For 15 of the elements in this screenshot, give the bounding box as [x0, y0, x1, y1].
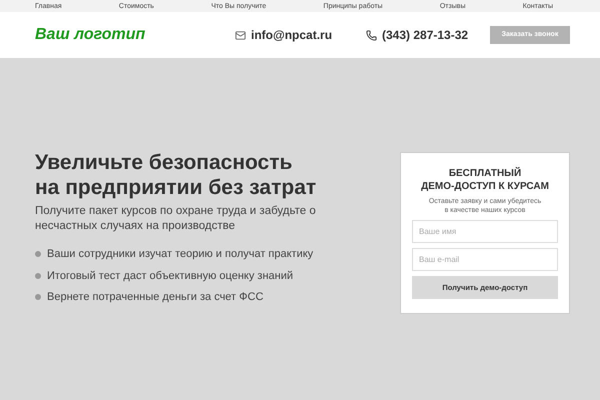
bullet-text: Ваши сотрудники изучат теорию и получат практику — [47, 247, 314, 262]
bullet-text: Вернете потраченные деньги за счет ФСС — [47, 290, 264, 305]
hero-title: на предприятии без затрат — [35, 175, 318, 200]
mail-icon — [235, 30, 246, 40]
phone-text: (343) 287-13-32 — [382, 27, 468, 44]
logo[interactable]: Ваш логотип — [35, 23, 235, 47]
phone-icon — [366, 30, 377, 40]
hero-title: Увеличьте безопасность — [35, 150, 294, 175]
input-field[interactable]: Ваш e-mail — [412, 248, 558, 271]
form-title: ДЕМО-ДОСТУП К КУРСАМ — [421, 180, 549, 193]
hero-subtitle: Получите пакет курсов по охране труда и забудьте о несчастных случаях на производстве — [35, 204, 317, 234]
form-title: БЕСПЛАТНЫЙ — [448, 167, 522, 180]
input-field[interactable]: Ваше имя — [412, 220, 558, 243]
bullet-text: Итоговый тест даст объективную оценку знаний — [47, 268, 294, 284]
email-text: info@npcat.ru — [251, 27, 334, 44]
